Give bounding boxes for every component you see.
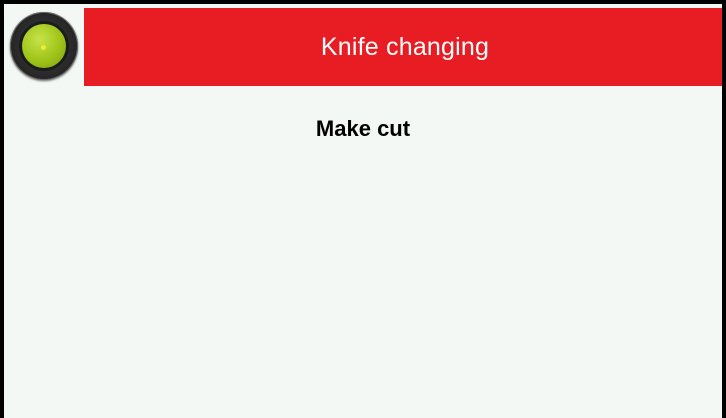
instruction-message: Make cut: [315, 116, 411, 141]
page-title: Knife changing: [320, 32, 490, 61]
header-bar: Knife changing: [84, 8, 722, 86]
knob-indicator-dot: [41, 45, 46, 50]
knob-area: [4, 4, 84, 86]
hmi-screen: Knife changing Make cut: [0, 0, 726, 418]
rotary-knob-icon[interactable]: [10, 12, 78, 80]
